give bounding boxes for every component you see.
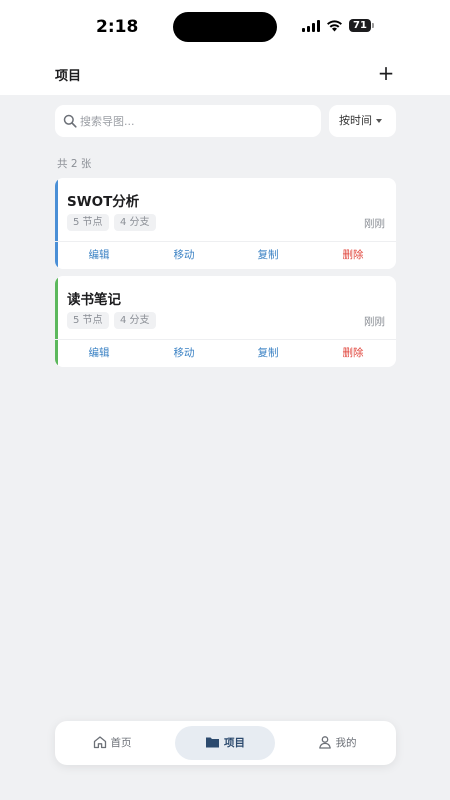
branch-count-tag: 4 分支 (114, 312, 156, 329)
bottom-tab-bar: 首页 项目 我的 (55, 721, 396, 765)
tab-projects-label: 项目 (224, 737, 245, 749)
home-icon (93, 736, 106, 749)
card-accent-bar (55, 178, 58, 269)
tab-profile[interactable]: 我的 (287, 726, 387, 760)
copy-button[interactable]: 复制 (228, 242, 308, 269)
move-button[interactable]: 移动 (144, 340, 224, 367)
project-card[interactable]: 读书笔记 5 节点 4 分支 刚刚 编辑 移动 复制 删除 (55, 276, 396, 367)
edit-button[interactable]: 编辑 (59, 242, 139, 269)
top-header-area: 2:18 71 项目 + (0, 0, 450, 95)
sort-label: 按时间 (339, 114, 372, 127)
search-bar[interactable] (55, 105, 321, 137)
tab-home-label: 首页 (110, 737, 132, 749)
user-icon (318, 736, 331, 749)
delete-button[interactable]: 删除 (313, 340, 393, 367)
node-count-tag: 5 节点 (67, 312, 109, 329)
delete-button[interactable]: 删除 (313, 242, 393, 269)
card-title: 读书笔记 (67, 292, 121, 308)
dynamic-island (173, 12, 277, 42)
card-accent-bar (55, 276, 58, 367)
battery-cap (372, 23, 374, 28)
card-updated-time: 刚刚 (364, 316, 385, 328)
item-count: 共 2 张 (57, 158, 92, 170)
wifi-icon (327, 20, 342, 32)
page-title: 项目 (55, 69, 82, 84)
move-button[interactable]: 移动 (144, 242, 224, 269)
card-title: SWOT分析 (67, 194, 140, 210)
card-updated-time: 刚刚 (364, 218, 385, 230)
status-bar: 2:18 71 (0, 0, 450, 54)
battery-icon: 71 (349, 19, 371, 32)
sort-dropdown[interactable]: 按时间 (329, 105, 396, 137)
search-icon (63, 114, 77, 128)
search-input[interactable] (80, 105, 315, 137)
tab-profile-label: 我的 (335, 737, 357, 749)
chevron-down-icon (376, 119, 382, 123)
add-project-button[interactable]: + (376, 63, 396, 84)
edit-button[interactable]: 编辑 (59, 340, 139, 367)
copy-button[interactable]: 复制 (228, 340, 308, 367)
tab-home[interactable]: 首页 (62, 726, 162, 760)
project-card[interactable]: SWOT分析 5 节点 4 分支 刚刚 编辑 移动 复制 删除 (55, 178, 396, 269)
branch-count-tag: 4 分支 (114, 214, 156, 231)
node-count-tag: 5 节点 (67, 214, 109, 231)
folder-icon (206, 737, 219, 748)
status-time: 2:18 (96, 17, 139, 37)
cellular-signal-icon (302, 20, 320, 32)
tab-projects[interactable]: 项目 (175, 726, 275, 760)
